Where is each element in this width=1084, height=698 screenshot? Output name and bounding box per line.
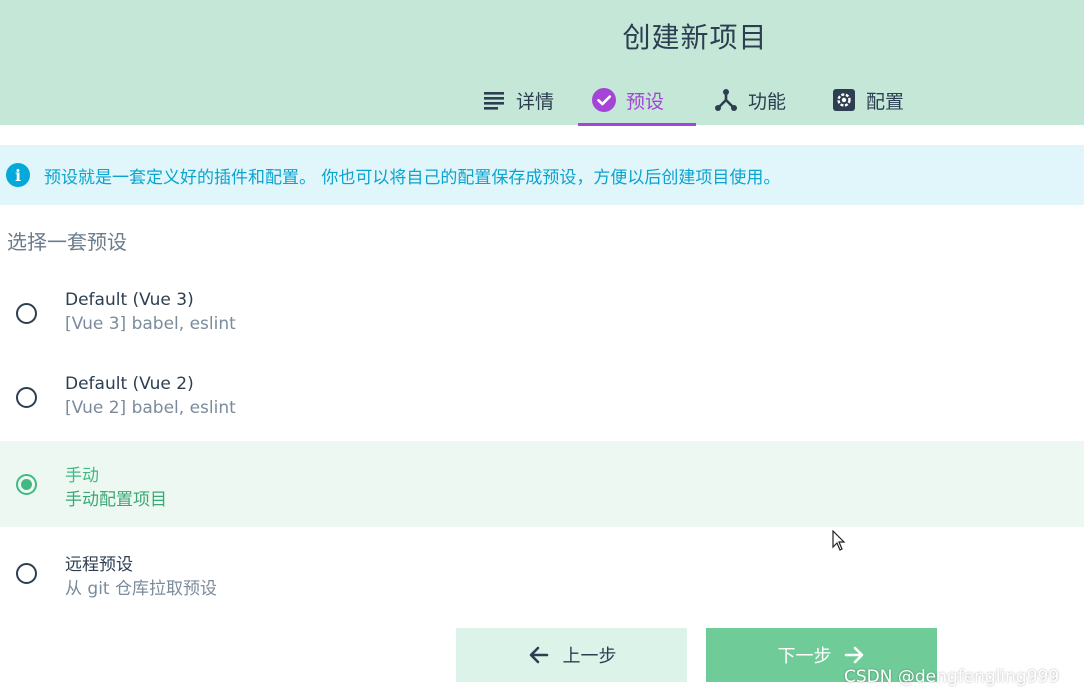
step-tabs: 详情 预设 功能 配置 — [468, 78, 936, 126]
list-icon — [482, 88, 506, 112]
preset-name: 手动 — [65, 466, 99, 486]
preset-name: 远程预设 — [65, 555, 133, 575]
tab-config[interactable]: 配置 — [818, 78, 936, 122]
preset-description: [Vue 2] babel, eslint — [65, 398, 236, 418]
section-title: 选择一套预设 — [7, 230, 127, 254]
preset-option-vue3[interactable]: Default (Vue 3) [Vue 3] babel, eslint — [0, 270, 1084, 356]
previous-button[interactable]: 上一步 — [456, 628, 687, 682]
preset-name: Default (Vue 2) — [65, 374, 194, 394]
header: 创建新项目 详情 预设 功能 配置 — [0, 0, 1084, 126]
watermark: CSDN @dengfengling999 — [844, 667, 1060, 687]
arrow-right-icon — [842, 643, 866, 667]
fork-icon — [714, 88, 738, 112]
preset-description: [Vue 3] babel, eslint — [65, 314, 236, 334]
tab-presets[interactable]: 预设 — [578, 78, 696, 126]
settings-icon — [832, 88, 856, 112]
preset-description: 手动配置项目 — [65, 490, 167, 510]
arrow-left-icon — [527, 643, 551, 667]
tab-details-label: 详情 — [516, 90, 555, 113]
tab-details[interactable]: 详情 — [468, 78, 578, 122]
tab-presets-label: 预设 — [626, 90, 665, 113]
preset-name: Default (Vue 3) — [65, 290, 194, 310]
preset-option-vue2[interactable]: Default (Vue 2) [Vue 2] babel, eslint — [0, 354, 1084, 440]
radio-button[interactable] — [16, 303, 37, 324]
info-banner: i 预设就是一套定义好的插件和配置。 你也可以将自己的配置保存成预设，方便以后创… — [0, 145, 1084, 205]
radio-button[interactable] — [16, 387, 37, 408]
radio-button-selected[interactable] — [16, 474, 37, 495]
tab-config-label: 配置 — [866, 90, 905, 113]
preset-description: 从 git 仓库拉取预设 — [65, 579, 217, 599]
preset-option-remote[interactable]: 远程预设 从 git 仓库拉取预设 — [0, 530, 1084, 616]
page-title: 创建新项目 — [622, 21, 768, 54]
tab-features-label: 功能 — [748, 90, 787, 113]
next-button-label: 下一步 — [777, 646, 832, 667]
previous-button-label: 上一步 — [562, 646, 617, 667]
tab-features[interactable]: 功能 — [700, 78, 818, 122]
radio-button[interactable] — [16, 563, 37, 584]
check-circle-icon — [592, 88, 616, 112]
info-icon: i — [6, 163, 30, 187]
preset-option-manual[interactable]: 手动 手动配置项目 — [0, 441, 1084, 527]
mouse-pointer-icon — [832, 529, 846, 556]
info-text: 预设就是一套定义好的插件和配置。 你也可以将自己的配置保存成预设，方便以后创建项… — [44, 167, 781, 188]
